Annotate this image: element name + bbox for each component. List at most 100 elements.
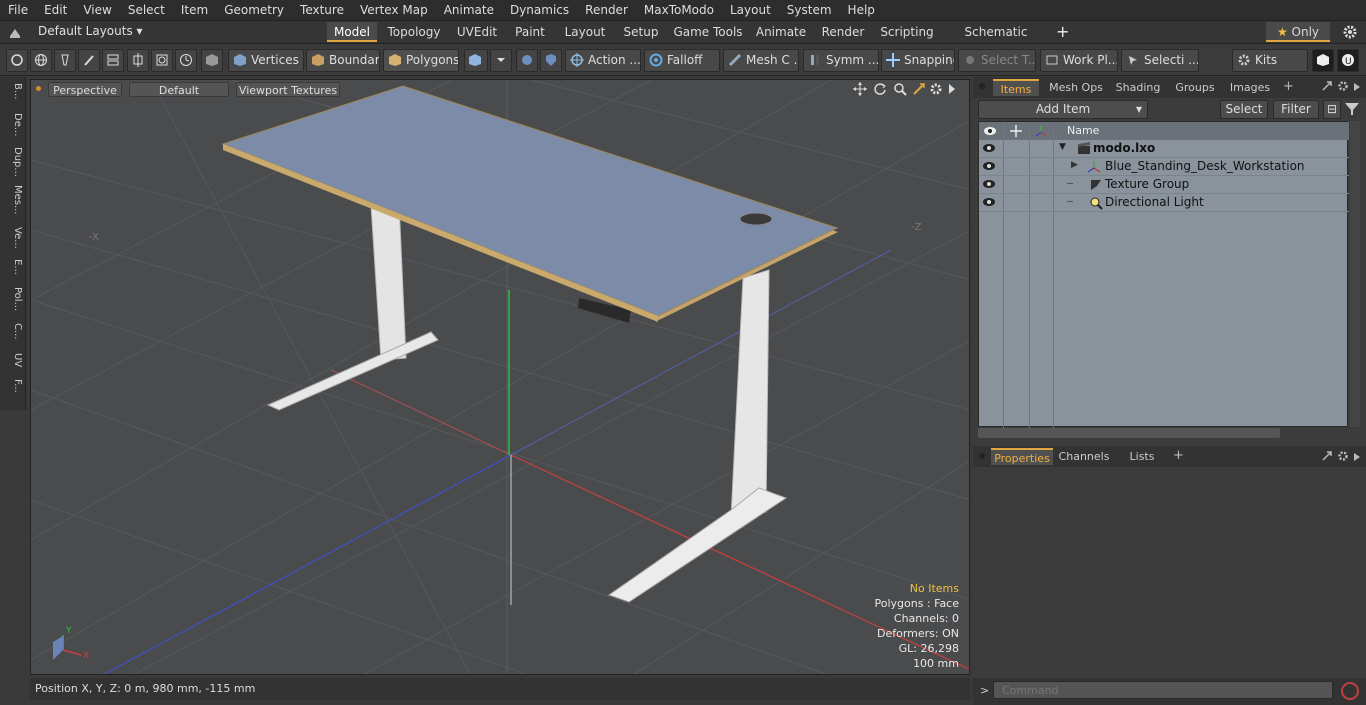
tab-render[interactable]: Render (818, 22, 868, 42)
tab-shading[interactable]: Shading (1111, 79, 1165, 96)
visibility-eye-icon[interactable] (982, 160, 996, 174)
unreal-icon[interactable]: U (1337, 49, 1359, 72)
boundary-button[interactable]: Boundary (306, 49, 380, 72)
add-panel-tab-icon[interactable]: + (1283, 79, 1294, 94)
panel-expand-icon[interactable] (1321, 80, 1333, 95)
clock-icon[interactable] (175, 49, 197, 72)
select-circle-icon[interactable] (6, 49, 28, 72)
item-row-light[interactable]: Directional Light (979, 194, 1349, 212)
left-tab-mesh-edit[interactable]: Mes... (3, 185, 23, 215)
tab-layout[interactable]: Layout (558, 22, 612, 42)
expand-down-icon[interactable]: ▼ (1059, 142, 1066, 152)
tab-topology[interactable]: Topology (383, 22, 445, 42)
kits-button[interactable]: Kits (1232, 49, 1308, 72)
polygons-button[interactable]: Polygons (383, 49, 459, 72)
solid-cube-icon[interactable] (201, 49, 223, 72)
pen-icon[interactable] (54, 49, 76, 72)
tab-channels[interactable]: Channels (1055, 448, 1113, 465)
symmetry-sphere-icon[interactable] (516, 49, 538, 72)
item-row-scene[interactable]: ▼ modo.lxo (979, 140, 1349, 158)
3d-viewport[interactable]: -X -Z Y X Perspective Default Viewport T… (30, 79, 970, 675)
viewport-dot-icon[interactable] (36, 86, 41, 91)
tab-items[interactable]: Items (993, 79, 1039, 96)
tab-lists[interactable]: Lists (1119, 448, 1165, 465)
panel-settings-icon[interactable] (1337, 80, 1349, 95)
left-tab-deform[interactable]: De... (3, 113, 23, 136)
menu-edit[interactable]: Edit (36, 0, 75, 21)
left-tab-uv[interactable]: UV (3, 353, 23, 367)
menu-geometry[interactable]: Geometry (216, 0, 292, 21)
unity-icon[interactable] (1312, 49, 1334, 72)
menu-maxtomodo[interactable]: MaxToModo (636, 0, 722, 21)
maximize-viewport-icon[interactable] (912, 82, 926, 99)
only-toggle[interactable]: ★ Only (1266, 22, 1330, 42)
command-input[interactable] (993, 681, 1333, 699)
menu-render[interactable]: Render (577, 0, 636, 21)
record-icon[interactable] (1341, 682, 1359, 700)
tab-groups[interactable]: Groups (1169, 79, 1221, 96)
left-tab-polygon[interactable]: Pol... (3, 287, 23, 311)
menu-texture[interactable]: Texture (292, 0, 352, 21)
menu-item[interactable]: Item (173, 0, 216, 21)
expand-right-icon[interactable]: ▶ (1071, 160, 1078, 170)
shading-default-button[interactable]: Default (129, 82, 229, 97)
panel-arrow-icon[interactable] (1353, 451, 1361, 465)
visibility-eye-icon[interactable] (982, 196, 996, 210)
selection-sets-button[interactable]: Selecti ... (1121, 49, 1199, 72)
chevron-down-icon[interactable] (490, 49, 512, 72)
items-vertical-scrollbar[interactable] (1350, 121, 1360, 427)
pan-move-icon[interactable] (853, 82, 867, 99)
tab-paint[interactable]: Paint (510, 22, 550, 42)
rotate-icon[interactable] (873, 82, 887, 99)
work-plane-button[interactable]: Work Pl... (1040, 49, 1118, 72)
type-header-icon[interactable] (1034, 124, 1048, 141)
menu-animate[interactable]: Animate (436, 0, 502, 21)
layouts-dropdown[interactable]: Default Layouts ▾ (38, 24, 143, 38)
left-tab-fusion[interactable]: F... (3, 379, 23, 393)
item-mode-icon[interactable] (464, 49, 488, 72)
tab-animate[interactable]: Animate (752, 22, 810, 42)
panel-expand-icon[interactable] (1321, 450, 1333, 465)
lock-header-icon[interactable] (1009, 124, 1023, 141)
falloff-button[interactable]: Falloff (644, 49, 720, 72)
left-tab-vertex[interactable]: Ve... (3, 227, 23, 249)
zoom-icon[interactable] (893, 82, 907, 99)
tab-images[interactable]: Images (1225, 79, 1275, 96)
visibility-eye-icon[interactable] (982, 142, 996, 156)
filter-button[interactable]: Filter (1273, 100, 1319, 119)
viewport-textures-button[interactable]: Viewport Textures (236, 82, 340, 97)
item-row-mesh[interactable]: ▶ Blue_Standing_Desk_Workstation (979, 158, 1349, 176)
panel-settings-icon[interactable] (1337, 450, 1349, 465)
collapse-icon[interactable]: ⊟ (1323, 100, 1341, 119)
funnel-icon[interactable] (1344, 101, 1360, 120)
tab-game-tools[interactable]: Game Tools (672, 22, 744, 42)
add-tab-icon[interactable]: + (1056, 22, 1069, 41)
left-tab-basic[interactable]: B... (3, 83, 23, 99)
items-horizontal-scrollbar[interactable] (978, 428, 1280, 438)
panel-dot-icon[interactable] (979, 83, 985, 89)
brush-icon[interactable] (78, 49, 100, 72)
tab-mesh-ops[interactable]: Mesh Ops (1045, 79, 1107, 96)
select-through-button[interactable]: Select T... (958, 49, 1036, 72)
desk-model[interactable] (221, 85, 839, 603)
visibility-header-icon[interactable] (983, 125, 997, 140)
snapping-button[interactable]: Snapping (881, 49, 955, 72)
menu-select[interactable]: Select (120, 0, 173, 21)
mesh-constraint-button[interactable]: Mesh C ... (723, 49, 799, 72)
left-tab-edge[interactable]: E... (3, 259, 23, 275)
tab-uvedit[interactable]: UVEdit (452, 22, 502, 42)
frame-icon[interactable] (151, 49, 173, 72)
menu-dynamics[interactable]: Dynamics (502, 0, 577, 21)
tab-scripting[interactable]: Scripting (876, 22, 938, 42)
menu-system[interactable]: System (779, 0, 840, 21)
globe-icon[interactable] (30, 49, 52, 72)
layout-up-icon[interactable] (8, 25, 22, 39)
tab-model[interactable]: Model (327, 22, 377, 42)
left-tab-curve[interactable]: C... (3, 323, 23, 340)
items-list[interactable]: Name ▼ modo.lxo ▶ Blue_Standing_Desk_Wor… (978, 121, 1349, 428)
menu-vertex-map[interactable]: Vertex Map (352, 0, 436, 21)
add-panel-tab-icon[interactable]: + (1173, 448, 1184, 463)
viewport-settings-icon[interactable] (929, 82, 943, 99)
item-row-texture-group[interactable]: Texture Group (979, 176, 1349, 194)
menu-layout[interactable]: Layout (722, 0, 779, 21)
